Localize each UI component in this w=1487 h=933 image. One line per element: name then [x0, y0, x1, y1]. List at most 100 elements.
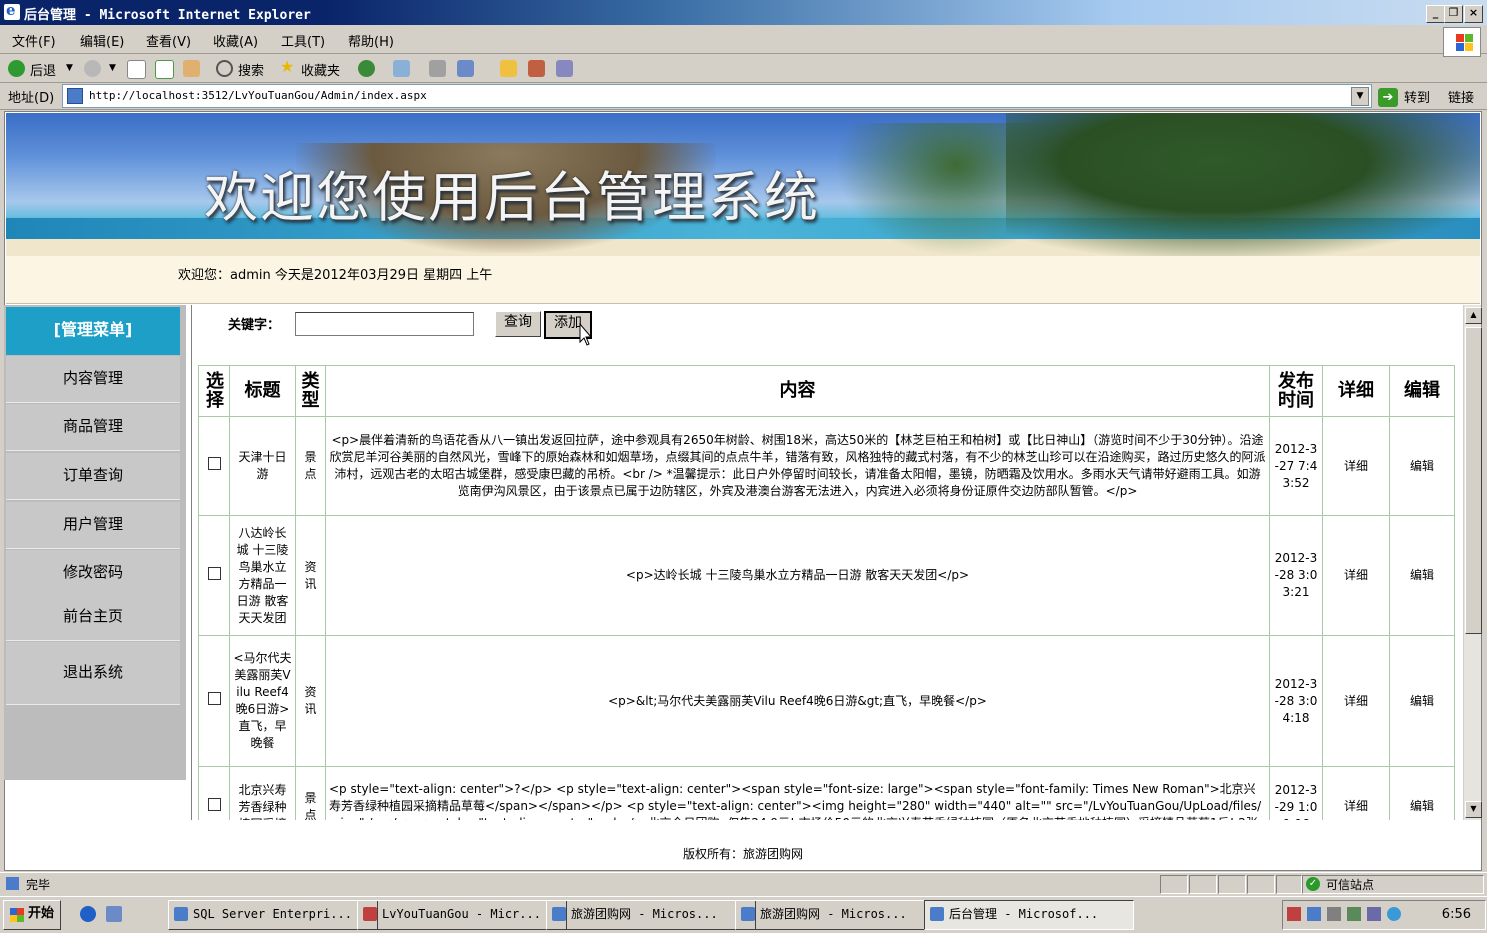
- row-detail-link[interactable]: 详细: [1322, 766, 1390, 820]
- sidebar-header: [管理菜单]: [6, 307, 180, 355]
- links-button[interactable]: 链接: [1448, 87, 1474, 106]
- back-dropdown-icon[interactable]: ▼: [66, 63, 73, 73]
- go-arrow-icon[interactable]: ➔: [1378, 88, 1398, 107]
- ie-quicklaunch-icon[interactable]: [80, 906, 96, 922]
- row-time: 2012-3-27 7:43:52: [1269, 416, 1323, 516]
- forward-arrow-icon[interactable]: [84, 60, 101, 77]
- sidebar: [管理菜单] 内容管理 商品管理 订单查询 用户管理 修改密码 前台主页 退出系…: [4, 305, 186, 780]
- tray-icon[interactable]: [1367, 907, 1381, 921]
- forward-dropdown-icon[interactable]: ▼: [109, 63, 116, 73]
- row-edit-link[interactable]: 编辑: [1389, 515, 1455, 636]
- row-edit-link[interactable]: 编辑: [1389, 766, 1455, 820]
- row-title: 八达岭长城 十三陵鸟巢水立方精品一日游 散客天天发团: [229, 515, 296, 636]
- task-travel-site-1[interactable]: 旅游团购网 - Micros...: [546, 900, 756, 930]
- tray-icon[interactable]: [1387, 907, 1401, 921]
- messenger-icon[interactable]: [528, 60, 545, 77]
- close-button[interactable]: ×: [1464, 5, 1483, 23]
- menu-tools[interactable]: 工具(T): [281, 31, 325, 50]
- url-dropdown-icon[interactable]: ▼: [1351, 87, 1369, 106]
- row-select: [198, 766, 230, 820]
- go-button[interactable]: 转到: [1404, 87, 1430, 106]
- row-edit-link[interactable]: 编辑: [1389, 635, 1455, 767]
- query-button[interactable]: 查询: [495, 311, 541, 337]
- column-header-time: 发布时间: [1269, 365, 1323, 417]
- sidebar-item-users[interactable]: 用户管理: [6, 502, 180, 549]
- row-detail-link[interactable]: 详细: [1322, 515, 1390, 636]
- vertical-scrollbar[interactable]: ▲ ▼: [1463, 305, 1482, 820]
- edit-icon[interactable]: [457, 60, 474, 77]
- scroll-thumb[interactable]: [1465, 327, 1482, 634]
- desktop-quicklaunch-icon[interactable]: [106, 906, 122, 922]
- menu-help[interactable]: 帮助(H): [348, 31, 394, 50]
- row-content: <p>达岭长城 十三陵鸟巢水立方精品一日游 散客天天发团</p>: [325, 515, 1270, 636]
- favorites-star-icon[interactable]: ★: [280, 57, 294, 76]
- row-detail-link[interactable]: 详细: [1322, 635, 1390, 767]
- row-detail-link[interactable]: 详细: [1322, 416, 1390, 516]
- back-button[interactable]: 后退: [30, 60, 56, 79]
- tray-icon[interactable]: [1347, 907, 1361, 921]
- table-row: 八达岭长城 十三陵鸟巢水立方精品一日游 散客天天发团 资讯 <p>达岭长城 十三…: [198, 515, 1455, 636]
- sidebar-item-password[interactable]: 修改密码: [6, 550, 180, 597]
- task-admin[interactable]: 后台管理 - Microsof...: [924, 900, 1134, 930]
- zone-text: 可信站点: [1326, 878, 1375, 892]
- search-button[interactable]: 搜索: [238, 60, 264, 79]
- stop-icon[interactable]: [127, 60, 146, 79]
- history-icon[interactable]: [358, 60, 375, 77]
- status-segment: [1218, 875, 1246, 894]
- menu-favorites[interactable]: 收藏(A): [213, 31, 258, 50]
- page-icon: [67, 88, 83, 104]
- column-header-title: 标题: [229, 365, 296, 417]
- research-icon[interactable]: [556, 60, 573, 77]
- row-type: 景点: [295, 416, 326, 516]
- back-arrow-icon[interactable]: [8, 60, 25, 77]
- scroll-down-icon[interactable]: ▼: [1465, 801, 1482, 818]
- favorites-button[interactable]: 收藏夹: [301, 60, 340, 79]
- window-title: 后台管理 - Microsoft Internet Explorer: [24, 8, 311, 23]
- menu-edit[interactable]: 编辑(E): [80, 31, 124, 50]
- url-input[interactable]: http://localhost:3512/LvYouTuanGou/Admin…: [62, 84, 1372, 108]
- row-type: 资讯: [295, 635, 326, 767]
- status-segment: [1247, 875, 1275, 894]
- task-travel-site-2[interactable]: 旅游团购网 - Micros...: [735, 900, 945, 930]
- mail-icon[interactable]: [393, 60, 410, 77]
- sidebar-item-logout[interactable]: 退出系统: [6, 642, 180, 705]
- row-type: 景点: [295, 766, 326, 820]
- row-checkbox[interactable]: [207, 566, 221, 580]
- row-checkbox[interactable]: [207, 457, 221, 470]
- sidebar-item-content[interactable]: 内容管理: [6, 356, 180, 403]
- tray-icon[interactable]: [1287, 907, 1301, 921]
- taskbar: 开始 SQL Server Enterpri... LvYouTuanGou -…: [0, 896, 1487, 933]
- menu-view[interactable]: 查看(V): [146, 31, 191, 50]
- row-title: 天津十日游: [229, 416, 296, 516]
- start-button[interactable]: 开始: [3, 900, 61, 930]
- window-title-bar: 后台管理 - Microsoft Internet Explorer _ ❐ ×: [0, 0, 1487, 25]
- menu-file[interactable]: 文件(F): [12, 31, 56, 50]
- task-sql-server[interactable]: SQL Server Enterpri...: [168, 900, 378, 930]
- refresh-icon[interactable]: [155, 60, 174, 79]
- row-type: 资讯: [295, 515, 326, 636]
- restore-button[interactable]: ❐: [1444, 5, 1463, 23]
- system-tray: 6:56: [1282, 900, 1486, 930]
- sidebar-item-frontpage[interactable]: 前台主页: [6, 594, 180, 641]
- sidebar-item-products[interactable]: 商品管理: [6, 404, 180, 451]
- row-content: <p style="text-align: center">?</p> <p s…: [325, 766, 1270, 820]
- keyword-label: 关键字：: [228, 318, 281, 333]
- discuss-icon[interactable]: [500, 60, 517, 77]
- banner-palm-trees: [1006, 113, 1480, 256]
- row-edit-link[interactable]: 编辑: [1389, 416, 1455, 516]
- row-time: 2012-3-28 3:03:21: [1269, 515, 1323, 636]
- minimize-button[interactable]: _: [1426, 5, 1445, 23]
- tray-icon[interactable]: [1327, 907, 1341, 921]
- row-checkbox[interactable]: [207, 797, 221, 811]
- print-icon[interactable]: [429, 60, 446, 77]
- search-icon[interactable]: [216, 60, 233, 77]
- row-checkbox[interactable]: [207, 692, 221, 705]
- row-content: <p>&lt;马尔代夫美露丽芙Vilu Reef4晚6日游&gt;直飞，早晚餐<…: [325, 635, 1270, 767]
- keyword-input[interactable]: [295, 312, 474, 336]
- scroll-up-icon[interactable]: ▲: [1465, 307, 1482, 324]
- page-done-icon: [6, 877, 19, 890]
- home-icon[interactable]: [183, 60, 200, 77]
- sidebar-item-orders[interactable]: 订单查询: [6, 453, 180, 500]
- task-lvyoutuangou[interactable]: LvYouTuanGou - Micr...: [357, 900, 567, 930]
- tray-icon[interactable]: [1307, 907, 1321, 921]
